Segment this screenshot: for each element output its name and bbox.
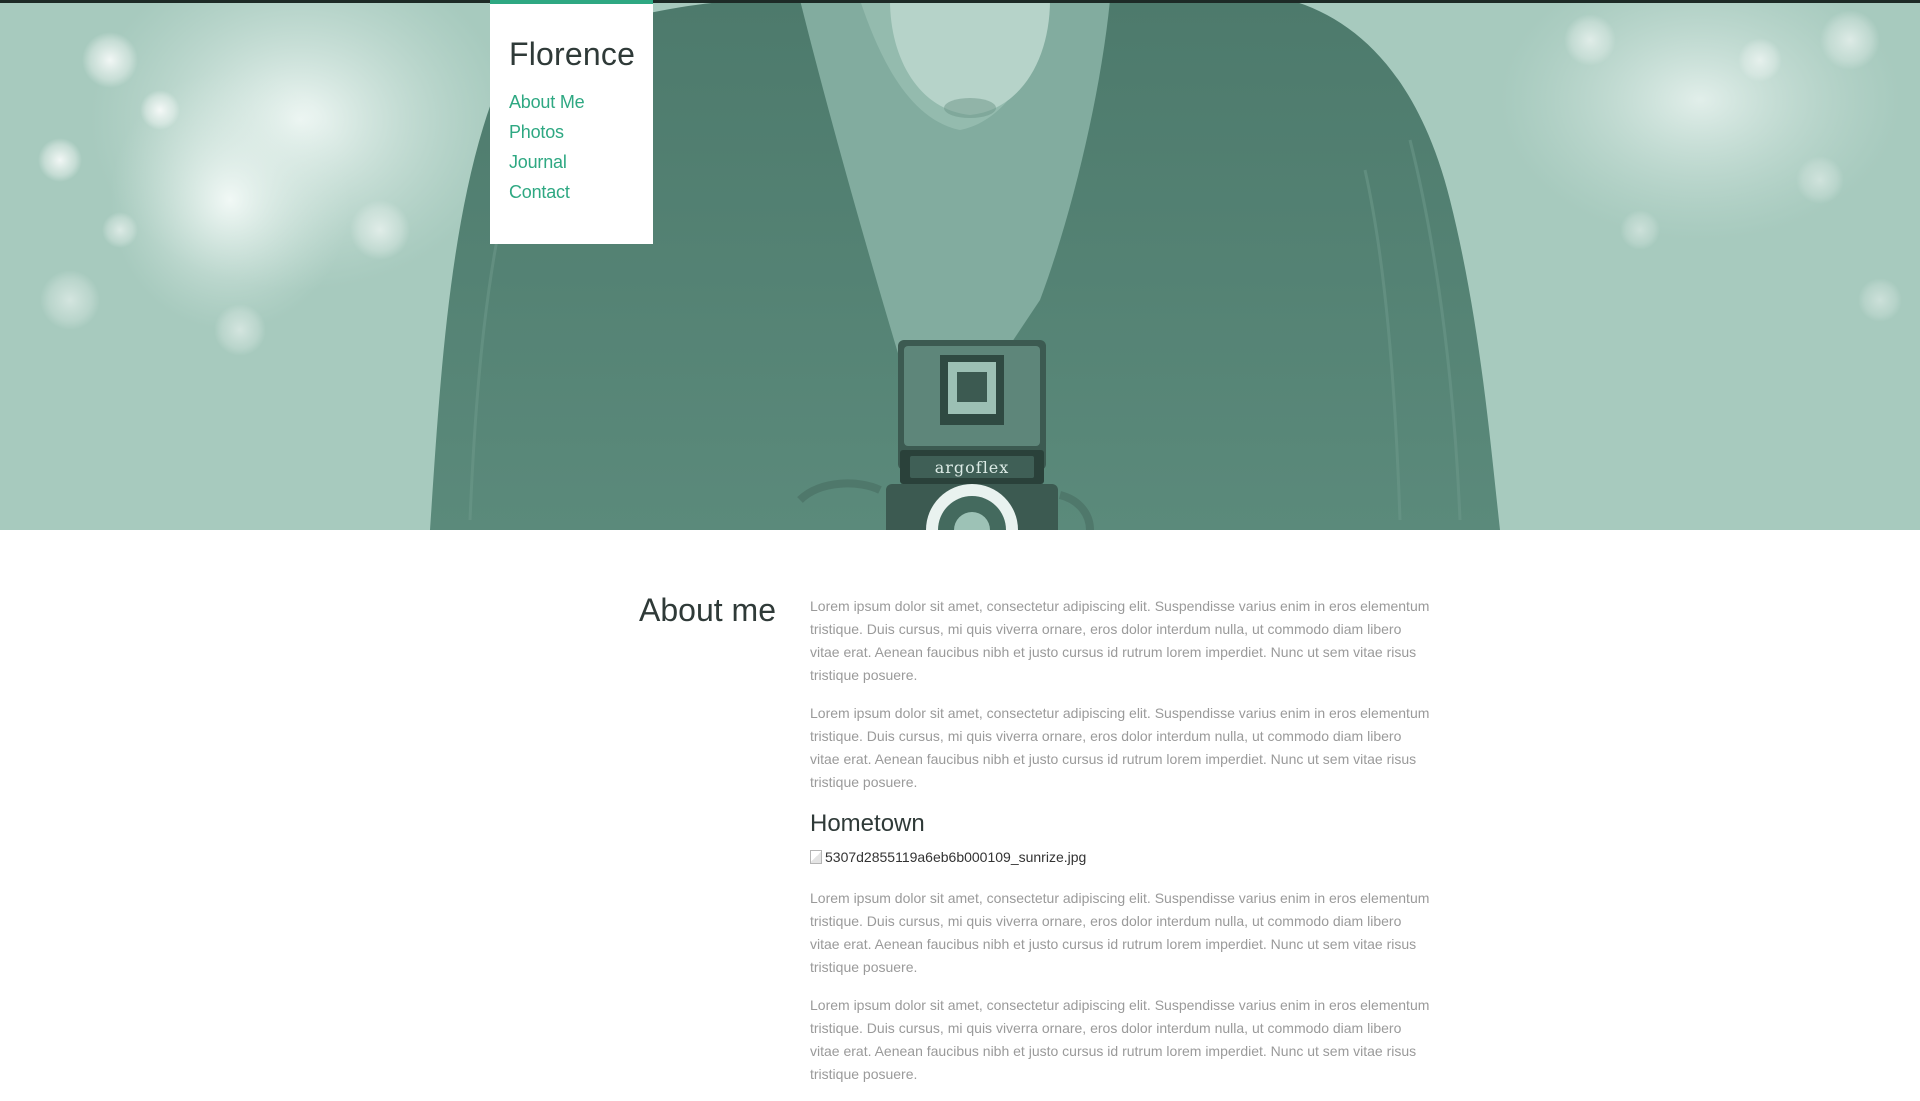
svg-text:argoflex: argoflex [935, 458, 1010, 477]
top-border [0, 0, 1920, 3]
about-article: Lorem ipsum dolor sit amet, consectetur … [810, 595, 1430, 1101]
nav-item-contact: Contact [509, 178, 653, 208]
broken-image-icon [810, 850, 822, 864]
paragraph: Lorem ipsum dolor sit amet, consectetur … [810, 705, 1430, 790]
nav-menu: About Me Photos Journal Contact [509, 88, 653, 208]
site-title[interactable]: Florence [509, 34, 653, 74]
paragraph: Lorem ipsum dolor sit amet, consectetur … [810, 598, 1430, 683]
nav-item-about-me: About Me [509, 88, 653, 118]
image-alt-text: 5307d2855119a6eb6b000109_sunrize.jpg [825, 849, 1087, 865]
broken-image: 5307d2855119a6eb6b000109_sunrize.jpg [810, 847, 1430, 867]
section-heading-about-me: About me [639, 592, 776, 628]
hero-photo: argoflex [0, 0, 1920, 530]
nav-link-about-me[interactable]: About Me [509, 92, 585, 112]
nav-link-journal[interactable]: Journal [509, 152, 567, 172]
nav-link-photos[interactable]: Photos [509, 122, 564, 142]
paragraph: Lorem ipsum dolor sit amet, consectetur … [810, 890, 1430, 975]
nav-item-photos: Photos [509, 118, 653, 148]
nav-card: Florence About Me Photos Journal Contact [490, 0, 653, 244]
paragraph: Lorem ipsum dolor sit amet, consectetur … [810, 997, 1430, 1082]
main-content: About me Lorem ipsum dolor sit amet, con… [0, 530, 1920, 1082]
subheading-hometown: Hometown [810, 810, 925, 837]
nav-link-contact[interactable]: Contact [509, 182, 570, 202]
hero-banner: argoflex Florence About Me Photos Journa… [0, 0, 1920, 530]
nav-item-journal: Journal [509, 148, 653, 178]
